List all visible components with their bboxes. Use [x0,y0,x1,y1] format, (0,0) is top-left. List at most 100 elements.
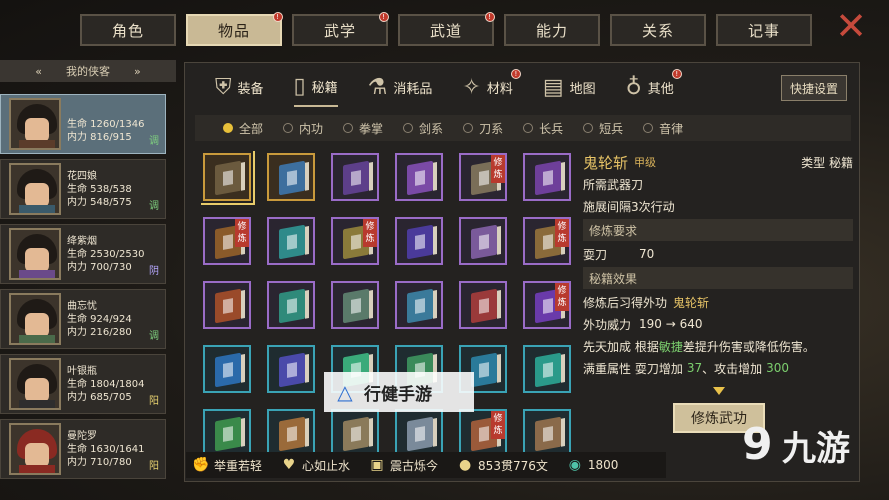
lantern-icon: ♁ [625,74,642,100]
manual-slot[interactable] [523,345,571,393]
tab-equipment[interactable]: ⛨ 装备 [215,67,264,107]
tab-journal[interactable]: 记事 [716,14,812,46]
status-trait[interactable]: ♥ 心如止水 [280,456,350,474]
manual-slot[interactable] [201,151,255,205]
hero-tag: 阳 [149,396,159,407]
radio-icon [223,123,233,133]
manual-slot[interactable]: 修炼 [523,217,571,265]
filter-internal[interactable]: 内功 [283,120,323,137]
notification-badge: ! [671,69,682,79]
manual-slot[interactable] [267,409,315,457]
manual-slot[interactable]: 修炼 [331,217,379,265]
filter-polearm[interactable]: 长兵 [523,120,563,137]
hero-mp: 内力 685/705 [67,391,132,403]
filter-label: 长兵 [539,121,564,136]
tab-manuals[interactable]: ▯ 秘籍 [293,67,338,107]
full-v2: 300 [766,361,790,375]
manual-slot[interactable]: 修炼 [203,217,251,265]
hero-card[interactable]: 曼陀罗 生命 1630/1641 内力 710/780 阳 [0,419,166,479]
hero-tag: 阳 [149,461,159,472]
hero-hp: 生命 1260/1346 [67,118,145,130]
status-trait[interactable]: ✊ 举重若轻 [192,456,262,474]
tab-label: 能力 [535,21,568,40]
nine-logo-icon: 9 [742,419,773,470]
watermark-text: 九游 [782,428,850,469]
material-icon: ✧ [462,74,481,100]
filter-label: 音律 [659,121,684,136]
hero-name [67,105,144,118]
filter-fist[interactable]: 拳掌 [343,120,383,137]
radio-icon [643,123,654,133]
filter-sword[interactable]: 剑系 [403,120,443,137]
filter-music[interactable]: 音律 [643,120,683,137]
tab-relations[interactable]: 关系 [610,14,706,46]
chevron-left-icon[interactable]: « [35,65,42,78]
required-weapon: 所需武器刀 [583,177,644,192]
hero-mp: 内力 700/730 [67,261,132,273]
top-tabs: 角色 物品! 武学! 武道! 能力 关系 记事 [80,12,812,48]
power-value: 190 → 640 [639,317,703,331]
manual-slot[interactable]: 修炼 [459,409,507,457]
filter-all[interactable]: 全部 [223,120,263,137]
requirement-row: 耍刀 70 [583,243,853,265]
hero-card[interactable]: 绛紫烟 生命 2530/2530 内力 700/730 阴 [0,224,166,284]
manual-slot[interactable] [267,153,315,201]
manual-slot[interactable] [395,217,443,265]
avatar [9,423,61,475]
hero-card[interactable]: 花四娘 生命 538/538 内力 548/575 调 [0,159,166,219]
manual-title: 鬼轮斩 [583,153,629,172]
game-root: 角色 物品! 武学! 武道! 能力 关系 记事 ✕ « 我的侠客 » 生命 12… [0,0,889,500]
manual-slot[interactable] [459,281,507,329]
tab-items[interactable]: 物品! [186,12,283,46]
manual-slot[interactable] [395,281,443,329]
manual-slot[interactable] [459,217,507,265]
manual-slot[interactable] [331,409,379,457]
manual-slot[interactable] [331,153,379,201]
hero-card[interactable]: 生命 1260/1346 内力 816/915 调 [0,94,166,154]
tab-maps[interactable]: ▤ 地图 [543,67,596,107]
quick-settings-button[interactable]: 快捷设置 [781,75,847,101]
sub-tab-label: 地图 [569,81,596,97]
manual-slot[interactable] [203,345,251,393]
tab-materials[interactable]: ✧ 材料! [462,67,521,107]
manual-slot[interactable] [523,153,571,201]
manual-slot[interactable] [267,217,315,265]
hero-card[interactable]: 叶银瓶 生命 1804/1804 内力 685/705 阳 [0,354,166,414]
filter-label: 内功 [299,121,324,136]
tab-martial[interactable]: 武学! [292,12,389,46]
manual-slot[interactable] [267,345,315,393]
scroll-icon: ▯ [293,73,306,99]
manual-slot[interactable] [203,281,251,329]
chevron-right-icon[interactable]: » [134,65,141,78]
filter-label: 短兵 [599,121,624,136]
tab-consumables[interactable]: ⚗ 消耗品 [368,67,433,107]
requirement-value: 70 [639,247,655,261]
manual-slot[interactable] [395,409,443,457]
manual-slot[interactable]: 修炼 [459,153,507,201]
cast-interval: 施展间隔3次行动 [583,199,675,214]
tab-ability[interactable]: 能力 [504,14,600,46]
manual-slot[interactable] [331,281,379,329]
manual-slot[interactable] [203,409,251,457]
tab-role[interactable]: 角色 [80,14,176,46]
manual-slot[interactable] [267,281,315,329]
filter-blade[interactable]: 刀系 [463,120,503,137]
manual-slot[interactable] [523,409,571,457]
tab-other[interactable]: ♁ 其他! [625,67,682,107]
hero-mp: 内力 216/280 [67,326,132,338]
heroes-header: « 我的侠客 » [0,60,176,82]
close-icon[interactable]: ✕ [833,7,869,45]
sub-tab-label: 其他 [647,81,674,97]
manual-slot[interactable] [395,153,443,201]
notification-badge: ! [510,69,521,79]
status-trait[interactable]: ▣ 震古烁今 [368,456,438,474]
hero-info: 曲忘忧 生命 924/924 内力 216/280 [67,300,132,339]
watermark-left: △ 行健手游 [324,372,474,412]
avatar [9,293,61,345]
hero-tag: 调 [149,136,159,147]
manual-slot[interactable]: 修炼 [523,281,571,329]
status-money: ● 853贯776文 [456,456,548,474]
hero-card[interactable]: 曲忘忧 生命 924/924 内力 216/280 调 [0,289,166,349]
filter-short[interactable]: 短兵 [583,120,623,137]
tab-dao[interactable]: 武道! [398,12,495,46]
